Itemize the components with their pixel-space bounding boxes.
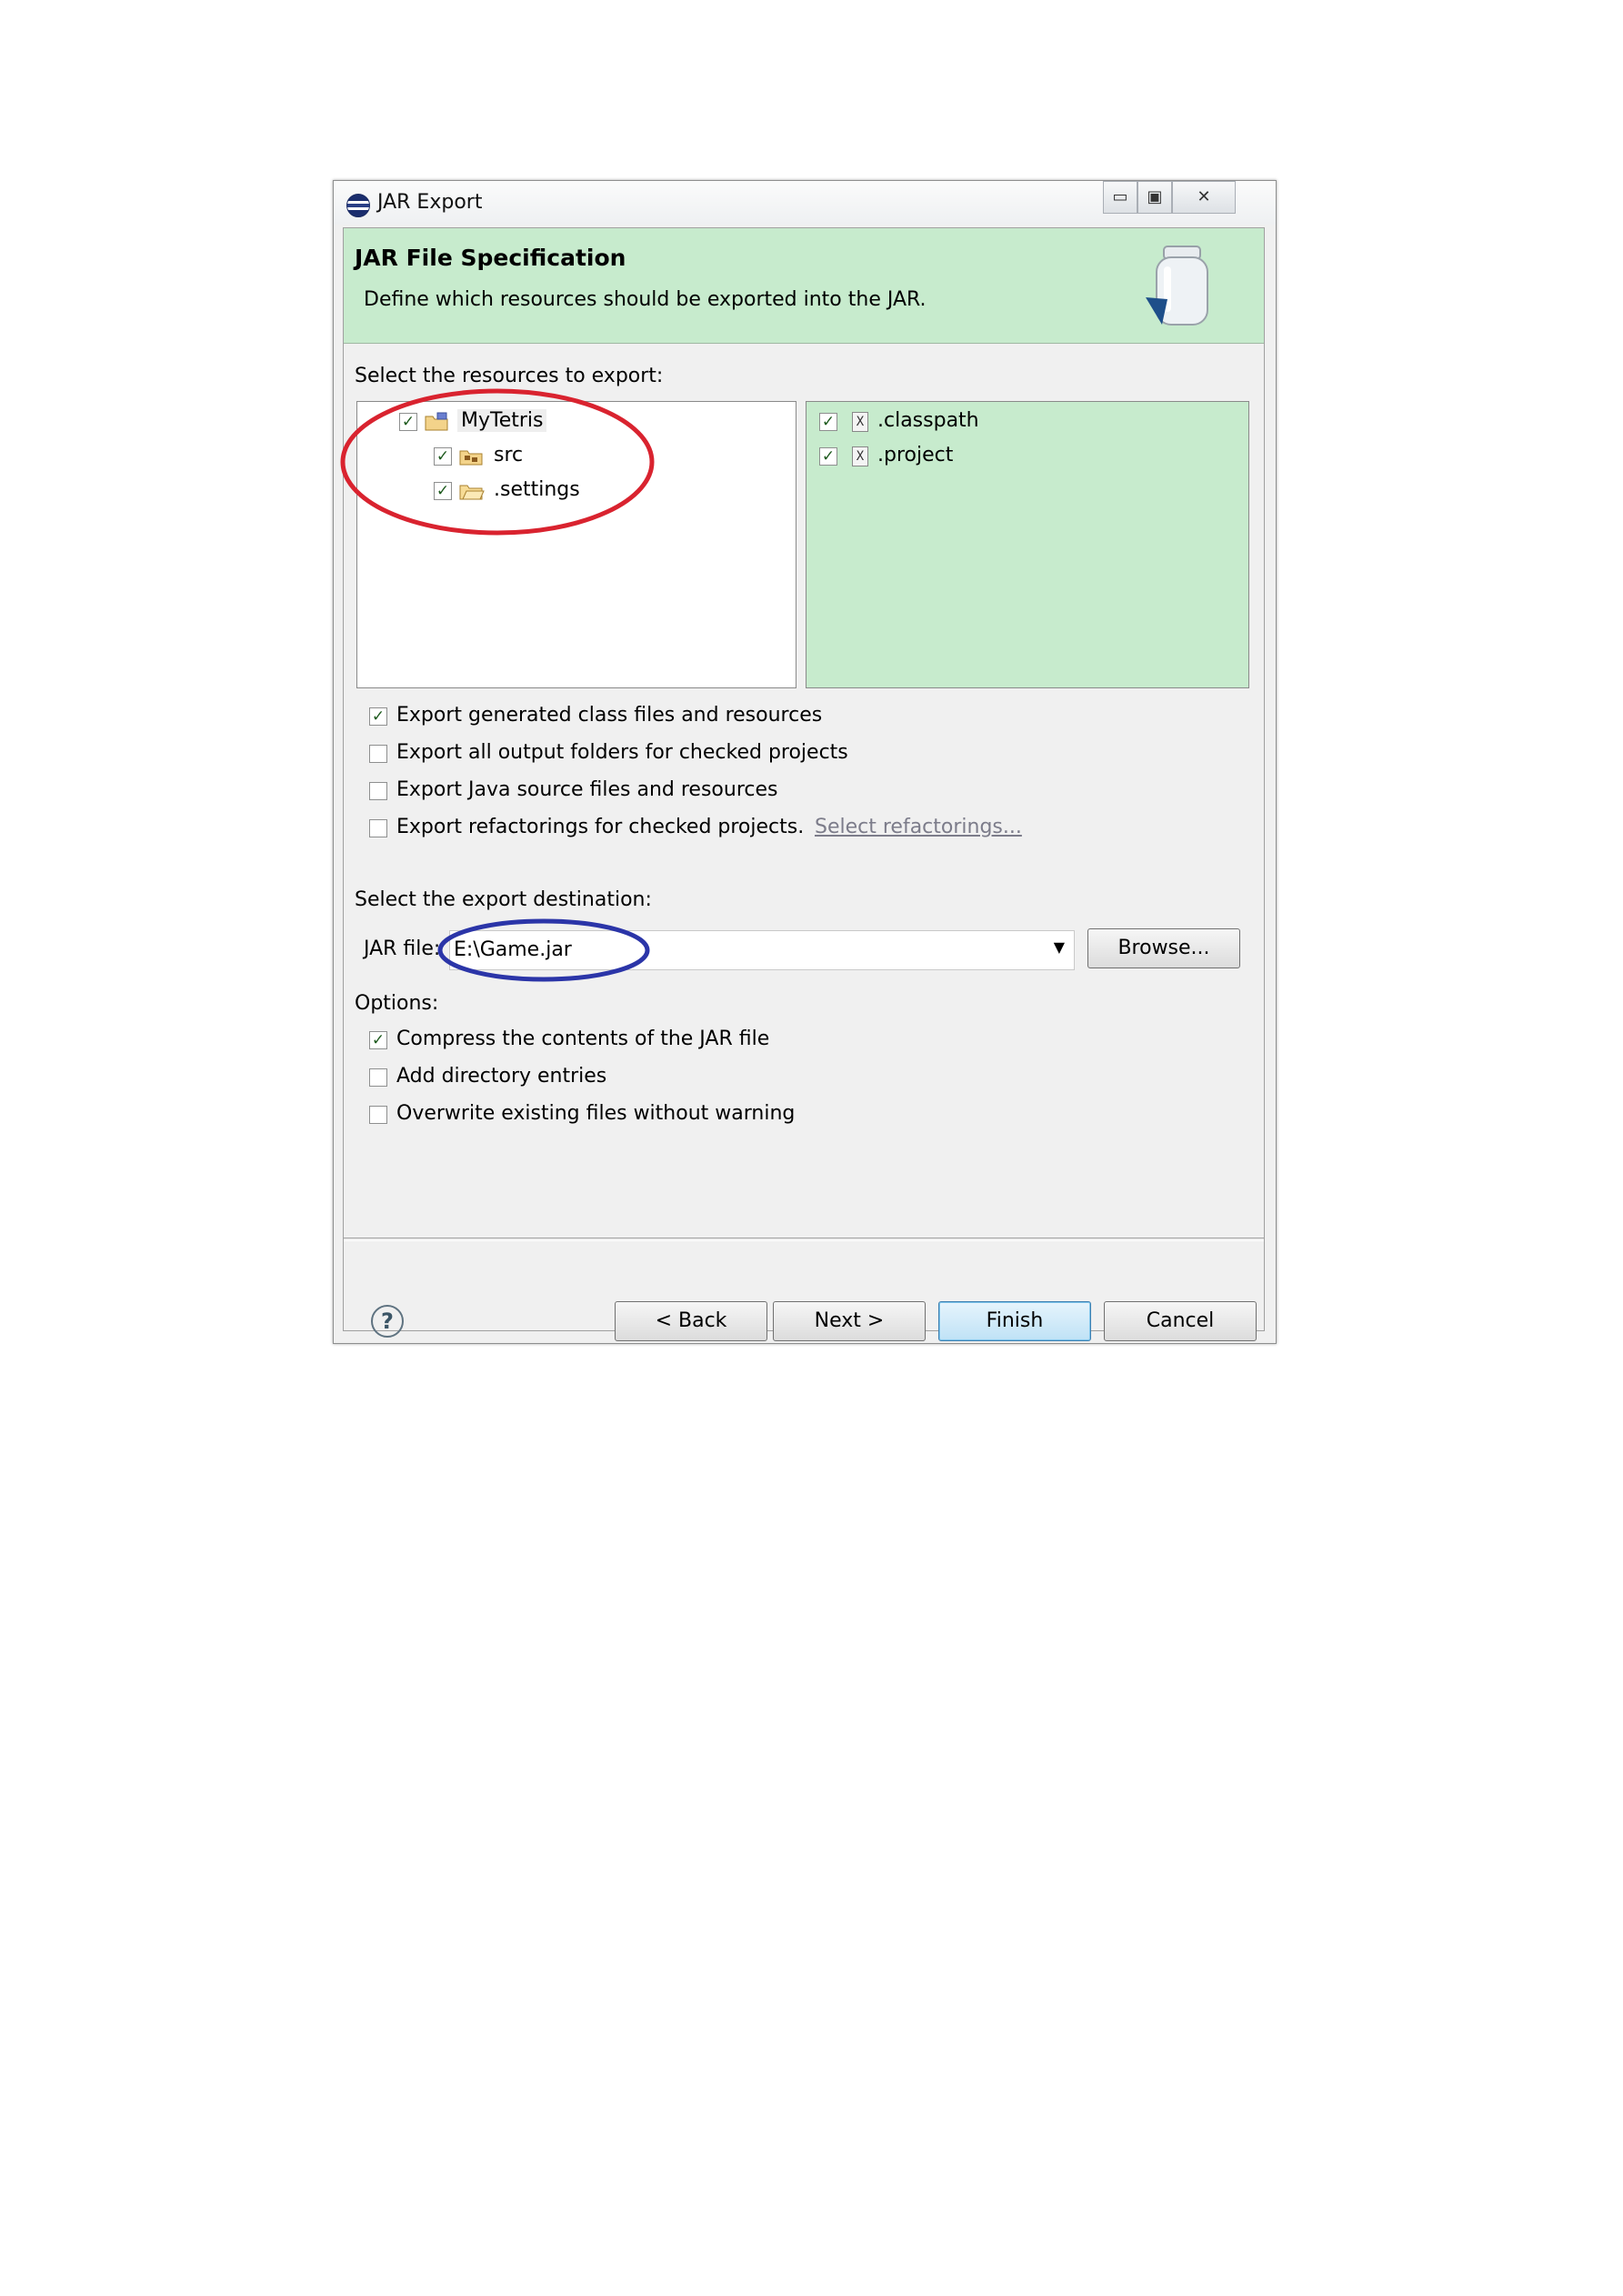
xml-file-icon: X	[852, 446, 868, 466]
file-list[interactable]: X .classpath X .project	[806, 401, 1249, 688]
resource-tree[interactable]: MyTetris src .settings	[340, 388, 796, 688]
finish-button[interactable]: Finish	[938, 1301, 1091, 1341]
minimize-button[interactable]: ▭	[1103, 181, 1137, 214]
page-title: JAR File Specification	[355, 245, 626, 271]
file-item-project[interactable]: .project	[877, 444, 953, 466]
blue-highlight-ellipse	[437, 918, 650, 982]
directory-entries-checkbox[interactable]	[369, 1068, 387, 1087]
directory-entries-label[interactable]: Add directory entries	[396, 1065, 606, 1088]
back-button[interactable]: < Back	[615, 1301, 767, 1341]
export-output-folders-checkbox[interactable]	[369, 745, 387, 763]
overwrite-checkbox[interactable]	[369, 1106, 387, 1124]
footer-divider	[344, 1238, 1264, 1241]
file-item-project-checkbox[interactable]	[819, 447, 837, 466]
red-highlight-ellipse	[340, 388, 655, 536]
xml-file-icon: X	[852, 412, 868, 432]
maximize-button[interactable]: ▣	[1137, 181, 1172, 214]
options-label: Options:	[355, 992, 439, 1015]
next-button[interactable]: Next >	[773, 1301, 926, 1341]
page-description: Define which resources should be exporte…	[364, 288, 927, 311]
compress-checkbox[interactable]	[369, 1031, 387, 1049]
compress-label[interactable]: Compress the contents of the JAR file	[396, 1028, 769, 1050]
maximize-icon: ▣	[1147, 187, 1163, 206]
export-class-files-label[interactable]: Export generated class files and resourc…	[396, 704, 822, 727]
file-item-classpath-checkbox[interactable]	[819, 413, 837, 431]
destination-label: Select the export destination:	[355, 888, 652, 911]
jar-export-window: JAR Export ▭ ▣ ✕ JAR File Specification …	[333, 180, 1277, 1344]
dropdown-arrow-icon[interactable]: ▼	[1054, 938, 1065, 956]
title-bar[interactable]: JAR Export ▭ ▣ ✕	[334, 181, 1276, 225]
export-output-folders-label[interactable]: Export all output folders for checked pr…	[396, 741, 848, 764]
jar-file-label: JAR file:	[364, 937, 441, 960]
export-java-source-label[interactable]: Export Java source files and resources	[396, 778, 777, 801]
file-item-classpath[interactable]: .classpath	[877, 409, 979, 432]
close-icon: ✕	[1197, 187, 1211, 206]
export-java-source-checkbox[interactable]	[369, 782, 387, 800]
export-refactorings-checkbox[interactable]	[369, 819, 387, 837]
select-refactorings-link[interactable]: Select refactorings...	[815, 816, 1022, 838]
minimize-icon: ▭	[1112, 187, 1128, 206]
wizard-banner: JAR File Specification Define which reso…	[344, 228, 1264, 344]
eclipse-icon	[346, 194, 370, 217]
export-class-files-checkbox[interactable]	[369, 707, 387, 726]
overwrite-label[interactable]: Overwrite existing files without warning	[396, 1102, 795, 1125]
export-refactorings-label[interactable]: Export refactorings for checked projects…	[396, 816, 804, 838]
help-icon[interactable]: ?	[371, 1305, 404, 1338]
browse-button[interactable]: Browse...	[1087, 928, 1240, 968]
close-button[interactable]: ✕	[1172, 181, 1236, 214]
window-title: JAR Export	[377, 191, 483, 214]
jar-icon	[1146, 246, 1208, 326]
cancel-button[interactable]: Cancel	[1104, 1301, 1257, 1341]
wizard-content: JAR File Specification Define which reso…	[340, 227, 1265, 1341]
